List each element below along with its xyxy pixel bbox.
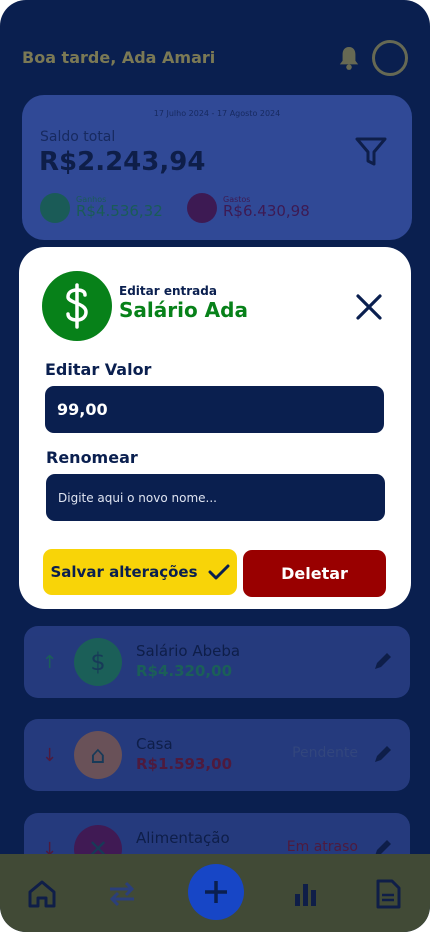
balance-label: Saldo total (40, 129, 116, 145)
edit-icon[interactable] (372, 743, 394, 765)
transaction-name: Alimentação (136, 829, 230, 847)
modal-subtitle: Editar entrada (119, 284, 217, 298)
dollar-icon (42, 271, 112, 341)
transaction-row[interactable]: ↑ $ Salário Abeba R$4.320,00 (24, 626, 410, 698)
chart-icon[interactable] (290, 878, 322, 910)
report-icon[interactable] (372, 878, 404, 910)
value-input[interactable] (45, 386, 384, 433)
header-icons (338, 40, 408, 76)
arrow-up-icon: ↑ (42, 652, 58, 673)
save-button-label: Salvar alterações (50, 563, 198, 581)
delete-button-label: Deletar (281, 564, 348, 583)
edit-entry-modal: Editar entrada Salário Ada Editar Valor … (19, 247, 411, 609)
modal-title: Salário Ada (119, 298, 248, 322)
expense-chip: Gastos R$6.430,98 (187, 193, 310, 223)
expense-value: R$6.430,98 (223, 202, 310, 221)
bell-icon[interactable] (338, 45, 360, 71)
add-icon (205, 881, 227, 903)
greeting-text: Boa tarde, Ada Amari (22, 48, 216, 67)
transaction-name: Salário Abeba (136, 642, 241, 660)
app-screen: Boa tarde, Ada Amari 17 Julho 2024 - 17 … (0, 0, 430, 932)
close-icon[interactable] (355, 293, 383, 321)
transaction-name: Casa (136, 735, 173, 753)
arrow-down-icon: ↓ (42, 745, 58, 766)
home-icon[interactable] (26, 878, 58, 910)
value-label: Editar Valor (45, 360, 152, 379)
rename-label: Renomear (46, 448, 138, 467)
transaction-amount: R$1.593,00 (136, 755, 233, 773)
dollar-icon: $ (74, 638, 122, 686)
edit-icon[interactable] (372, 650, 394, 672)
rename-input[interactable] (46, 474, 385, 521)
house-icon: ⌂ (74, 731, 122, 779)
avatar[interactable] (372, 40, 408, 76)
date-range[interactable]: 17 Julho 2024 - 17 Agosto 2024 (22, 109, 412, 118)
transaction-row[interactable]: ↓ ⌂ Casa R$1.593,00 Pendente (24, 719, 410, 791)
income-value: R$4.536,32 (76, 202, 163, 221)
status-badge: Pendente (292, 745, 358, 761)
bottom-nav (0, 854, 430, 932)
income-arrow-icon (40, 193, 70, 223)
expense-arrow-icon (187, 193, 217, 223)
delete-button[interactable]: Deletar (243, 550, 386, 597)
filter-icon[interactable] (354, 135, 388, 169)
status-badge: Em atraso (286, 839, 358, 855)
balance-card: 17 Julho 2024 - 17 Agosto 2024 Saldo tot… (22, 95, 412, 240)
checkmark-icon (208, 564, 229, 580)
save-button[interactable]: Salvar alterações (43, 549, 237, 595)
transfer-icon[interactable] (106, 878, 138, 910)
transaction-amount: R$4.320,00 (136, 662, 233, 680)
add-button[interactable] (188, 864, 244, 920)
income-chip: Ganhos R$4.536,32 (40, 193, 163, 223)
balance-total: R$2.243,94 (39, 147, 206, 177)
